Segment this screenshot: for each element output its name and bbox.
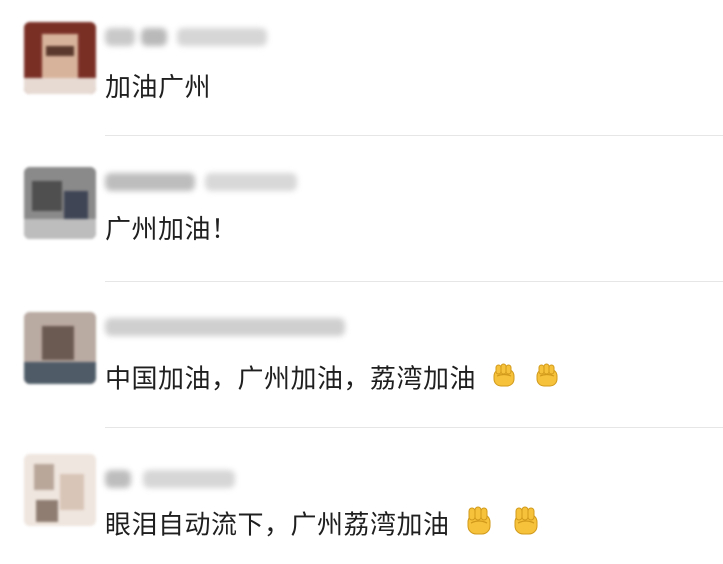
fist-icon (532, 360, 562, 400)
avatar[interactable] (24, 22, 96, 94)
comment-text: 眼泪自动流下，广州荔湾加油 (105, 510, 450, 541)
avatar[interactable] (24, 167, 96, 239)
comment-item: 眼泪自动流下，广州荔湾加油 (0, 428, 723, 564)
comment-text-row: 中国加油，广州加油，荔湾加油 (105, 360, 562, 400)
comment-text-row: 眼泪自动流下，广州荔湾加油 (105, 504, 543, 548)
comment-text: 中国加油，广州加油，荔湾加油 (105, 364, 477, 395)
username-blurred[interactable] (105, 24, 275, 50)
comment-text: 加油广州 (105, 73, 212, 103)
comment-item: 中国加油，广州加油，荔湾加油 (0, 282, 723, 428)
comment-item: 广州加油！ (0, 136, 723, 282)
raised-fist-icon (509, 504, 543, 548)
comment-item: 加油广州 (0, 0, 723, 136)
fist-icon (489, 360, 519, 400)
avatar[interactable] (24, 312, 96, 384)
raised-fist-icon (462, 504, 496, 548)
username-blurred[interactable] (105, 314, 355, 340)
avatar[interactable] (24, 454, 96, 526)
comment-text: 广州加油！ (105, 215, 238, 245)
username-blurred[interactable] (105, 466, 245, 492)
username-blurred[interactable] (105, 169, 305, 195)
